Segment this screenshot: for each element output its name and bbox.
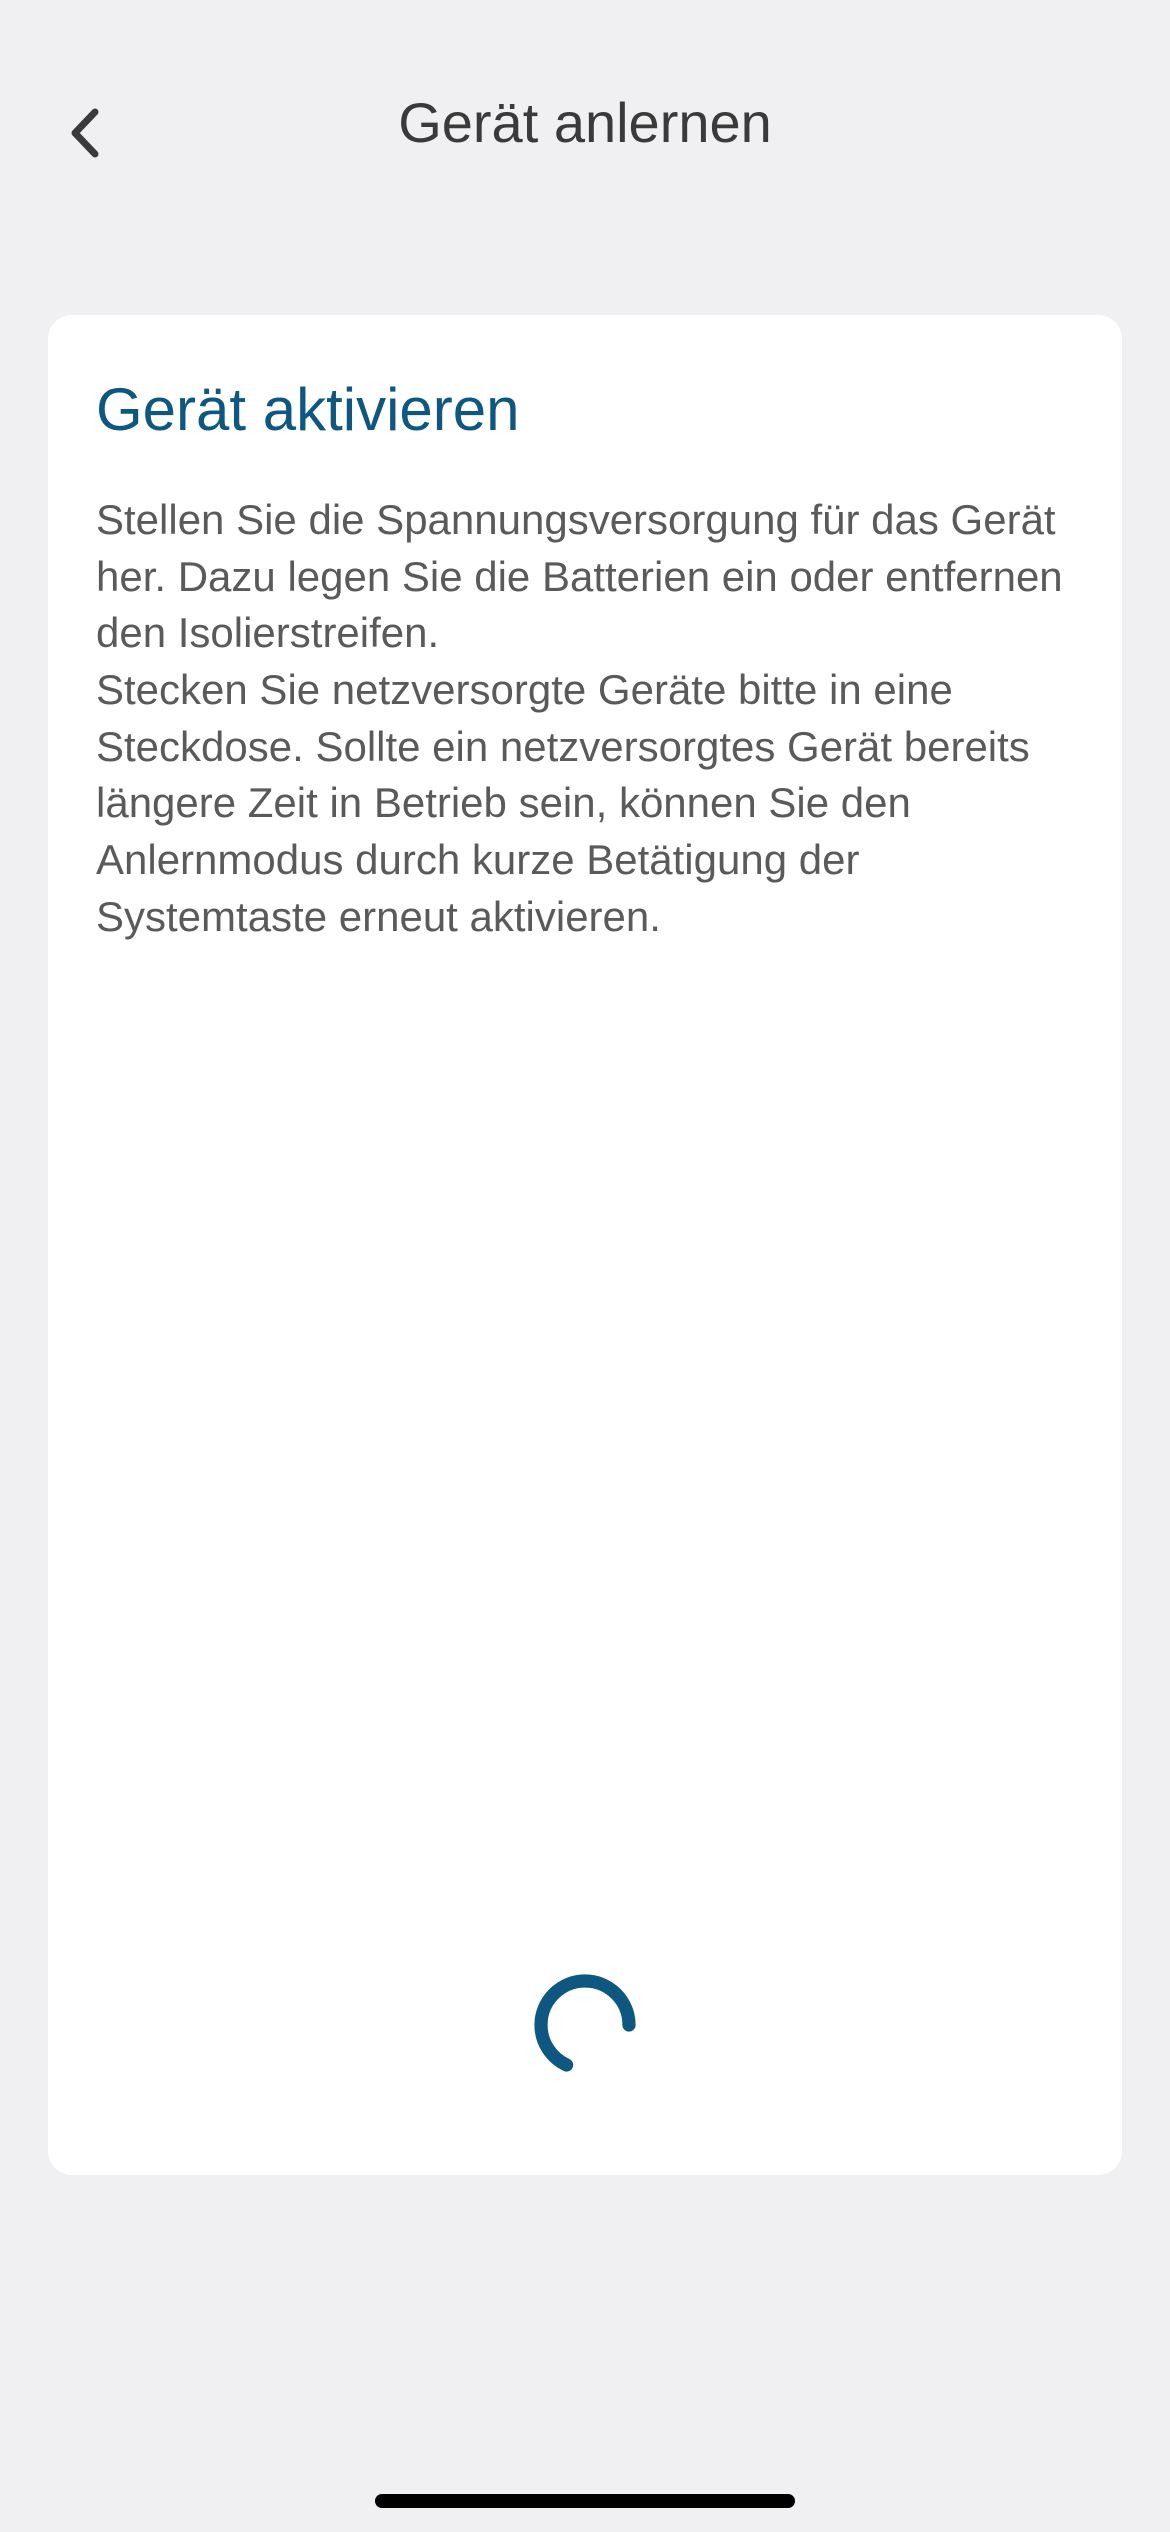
loading-spinner bbox=[530, 1970, 640, 2085]
page-title: Gerät anlernen bbox=[398, 90, 772, 155]
back-button[interactable] bbox=[60, 108, 110, 158]
spinner-icon bbox=[530, 1970, 640, 2080]
header: Gerät anlernen bbox=[0, 0, 1170, 195]
chevron-left-icon bbox=[69, 106, 101, 160]
card-body: Stellen Sie die Spannungsversorgung für … bbox=[96, 492, 1074, 946]
instruction-card: Gerät aktivieren Stellen Sie die Spannun… bbox=[48, 315, 1122, 2175]
home-indicator[interactable] bbox=[375, 2494, 795, 2508]
card-title: Gerät aktivieren bbox=[96, 375, 1074, 444]
